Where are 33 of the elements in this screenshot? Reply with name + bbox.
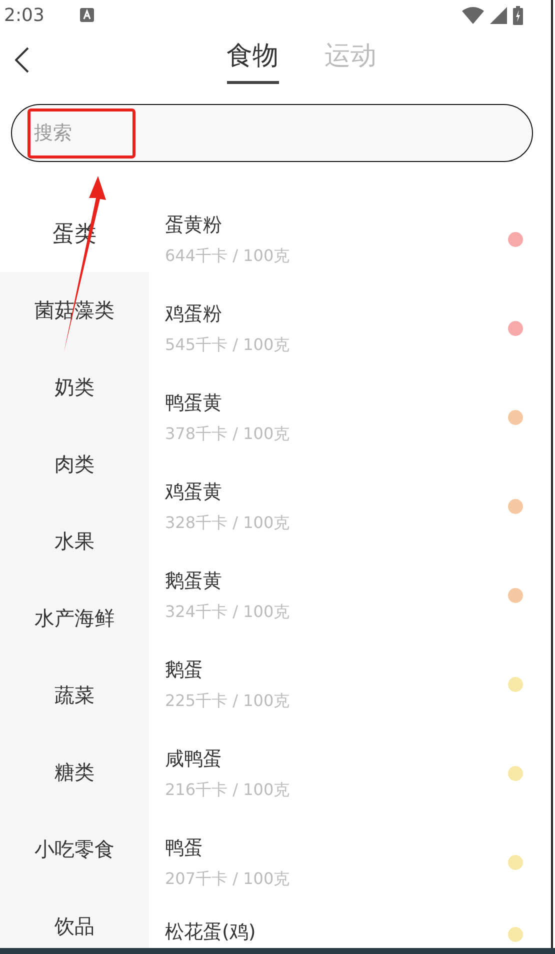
status-time: 2:03 <box>4 4 44 26</box>
food-name: 鸭蛋黄 <box>165 391 223 416</box>
notification-icon <box>80 8 94 22</box>
food-calories: 216千卡 / 100克 <box>165 780 291 801</box>
food-name: 咸鸭蛋 <box>165 747 223 772</box>
food-calories: 324千卡 / 100克 <box>165 602 291 623</box>
food-calories: 644千卡 / 100克 <box>165 246 291 267</box>
category-item[interactable]: 饮品 <box>0 888 149 948</box>
food-name: 鸭蛋 <box>165 836 204 861</box>
category-item[interactable]: 水产海鲜 <box>0 580 149 657</box>
category-item[interactable]: 奶类 <box>0 349 149 426</box>
food-calories: 225千卡 / 100克 <box>165 691 291 712</box>
food-name: 鸡蛋黄 <box>165 480 223 505</box>
category-item[interactable]: 糖类 <box>0 734 149 811</box>
wifi-icon <box>462 6 484 24</box>
tab[interactable]: 食物 <box>226 30 278 84</box>
food-name: 鹅蛋 <box>165 658 204 683</box>
food-calories: 545千卡 / 100克 <box>165 335 291 356</box>
category-item[interactable]: 肉类 <box>0 426 149 503</box>
food-name: 鹅蛋黄 <box>165 569 223 594</box>
signal-icon <box>490 6 507 24</box>
search-field[interactable]: 搜索 <box>11 104 533 162</box>
food-name: 蛋黄粉 <box>165 213 223 238</box>
category-item[interactable]: 水果 <box>0 503 149 580</box>
food-name: 鸡蛋粉 <box>165 302 223 327</box>
category-item[interactable]: 蔬菜 <box>0 657 149 734</box>
category-item[interactable]: 小吃零食 <box>0 811 149 888</box>
food-calories: 328千卡 / 100克 <box>165 513 291 534</box>
battery-icon <box>513 6 523 24</box>
back-icon[interactable] <box>15 47 29 73</box>
food-name: 松花蛋(鸡) <box>165 920 257 945</box>
food-calories: 207千卡 / 100克 <box>165 869 291 890</box>
food-calories: 378千卡 / 100克 <box>165 424 291 445</box>
